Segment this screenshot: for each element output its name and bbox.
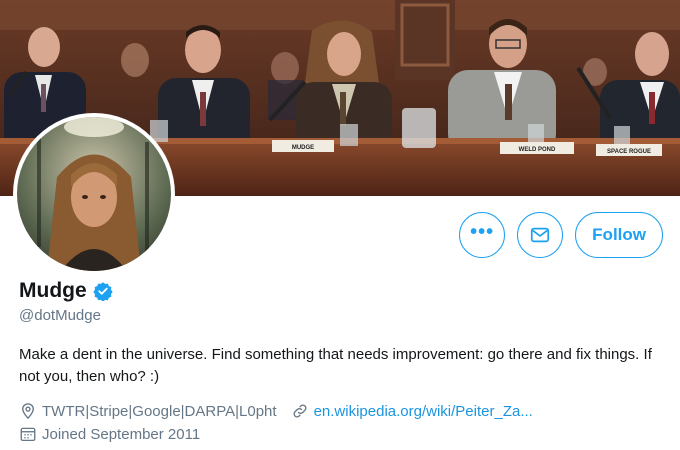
user-handle: @dotMudge [19,307,101,324]
website-item[interactable]: en.wikipedia.org/wiki/Peiter_Za... [291,402,533,420]
follow-button[interactable]: Follow [575,212,663,258]
nameplate-space-rogue: SPACE ROGUE [607,149,651,155]
message-button[interactable] [517,212,564,258]
link-icon [293,404,307,418]
nameplate-mudge: MUDGE [292,145,314,151]
location-pin-icon [22,403,34,420]
joined-date: Joined September 2011 [42,425,201,443]
location-item: TWTR|Stripe|Google|DARPA|L0pht [19,402,277,420]
location-text: TWTR|Stripe|Google|DARPA|L0pht [42,402,277,420]
nameplate-weld-pond: WELD POND [519,147,556,153]
joined-row: Joined September 2011 [19,425,214,443]
calendar-icon [20,427,36,442]
joined-item: Joined September 2011 [19,425,200,443]
avatar-photo [17,117,171,271]
envelope-icon [531,227,550,243]
profile-avatar[interactable] [13,113,175,275]
verified-badge-icon [92,282,113,301]
more-dots-icon: ••• [470,221,495,243]
more-button[interactable]: ••• [459,212,506,258]
display-name: Mudge [19,279,87,302]
profile-actions: ••• Follow [459,212,663,258]
name-row: Mudge [19,279,113,303]
website-link[interactable]: en.wikipedia.org/wiki/Peiter_Za... [314,403,533,420]
profile-bio: Make a dent in the universe. Find someth… [19,346,652,385]
profile-meta-row: TWTR|Stripe|Google|DARPA|L0pht en.wikipe… [19,402,547,420]
